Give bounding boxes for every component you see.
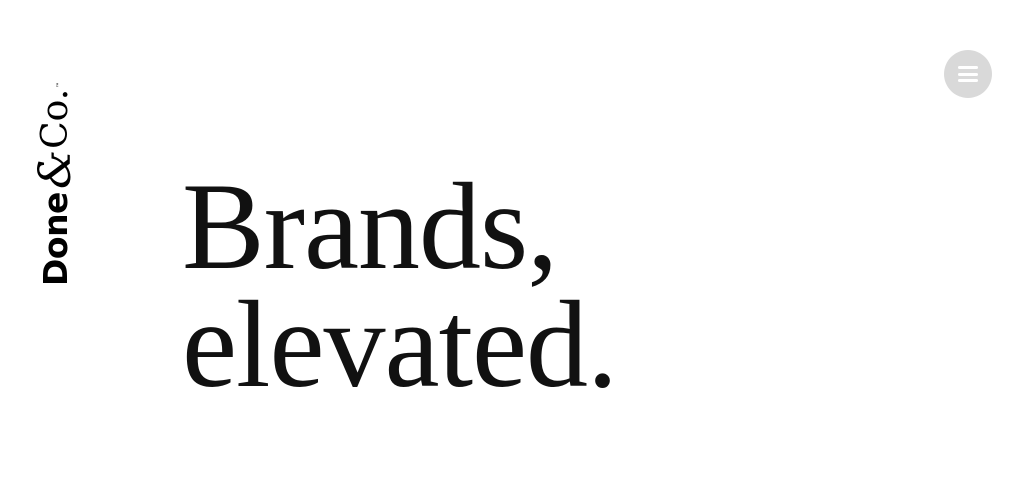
logo-co-text: Co. — [35, 88, 76, 149]
hero-line-2: elevated. — [182, 276, 618, 413]
logo-trademark: ™ — [56, 81, 63, 88]
hamburger-menu-icon — [958, 66, 978, 82]
brand-logo[interactable]: Done & Co. ™ — [30, 48, 81, 286]
logo-ampersand: & — [30, 149, 81, 190]
hero-line-1: Brands, — [182, 158, 558, 295]
logo-done-text: Done — [36, 192, 75, 286]
hero-headline: Brands, elevated. — [182, 158, 618, 413]
menu-button[interactable] — [944, 50, 992, 98]
brand-logo-wordmark: Done & Co. ™ — [30, 48, 81, 286]
